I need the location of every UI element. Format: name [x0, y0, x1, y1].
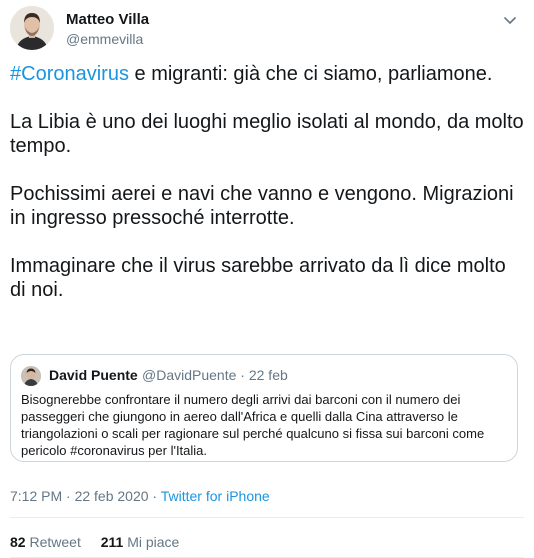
quoted-author-handle: @DavidPuente	[142, 367, 237, 383]
tweet-source-link[interactable]: Twitter for iPhone	[161, 488, 270, 504]
retweets-label: Retweet	[29, 534, 81, 550]
chevron-down-icon[interactable]	[502, 12, 518, 28]
quoted-meta: @DavidPuente · 22 feb	[142, 367, 288, 383]
author-handle[interactable]: @emmevilla	[66, 31, 143, 47]
avatar[interactable]	[10, 6, 54, 50]
quoted-text: Bisognerebbe confrontare il numero degli…	[21, 392, 485, 458]
tweet-text: #Coronavirus e migranti: già che ci siam…	[10, 62, 524, 302]
avatar-photo	[10, 6, 54, 50]
retweets-count: 82	[10, 534, 26, 550]
author-name[interactable]: Matteo Villa	[66, 11, 149, 28]
tweet-line-1: e migranti: già che ci siamo, parliamone…	[128, 63, 493, 85]
divider	[10, 517, 524, 518]
likes-label: Mi piace	[127, 534, 180, 550]
tweet-timestamp: 7:12 PM · 22 feb 2020 · Twitter for iPho…	[10, 488, 270, 504]
tweet-header: Matteo Villa @emmevilla	[10, 4, 524, 52]
tweet-paragraph-2: La Libia è uno dei luoghi meglio isolati…	[10, 111, 530, 157]
retweets-stat[interactable]: 82 Retweet	[10, 534, 81, 550]
quoted-date: 22 feb	[248, 367, 288, 383]
quoted-tweet[interactable]: David Puente @DavidPuente · 22 feb Bisog…	[10, 354, 518, 462]
quoted-avatar	[21, 366, 41, 386]
likes-stat[interactable]: 211 Mi piace	[101, 534, 180, 550]
hashtag-link[interactable]: #Coronavirus	[10, 63, 129, 85]
quoted-author-name: David Puente	[49, 367, 138, 383]
engagement-stats: 82 Retweet 211 Mi piace	[10, 534, 195, 550]
time-date[interactable]: 7:12 PM · 22 feb 2020 ·	[10, 488, 161, 504]
likes-count: 211	[100, 534, 124, 550]
tweet-paragraph-4: Immaginare che il virus sarebbe arrivato…	[10, 255, 512, 301]
quoted-avatar-photo	[21, 366, 41, 386]
quoted-separator: ·	[236, 367, 249, 383]
tweet-paragraph-3: Pochissimi aerei e navi che vanno e veng…	[10, 183, 520, 229]
